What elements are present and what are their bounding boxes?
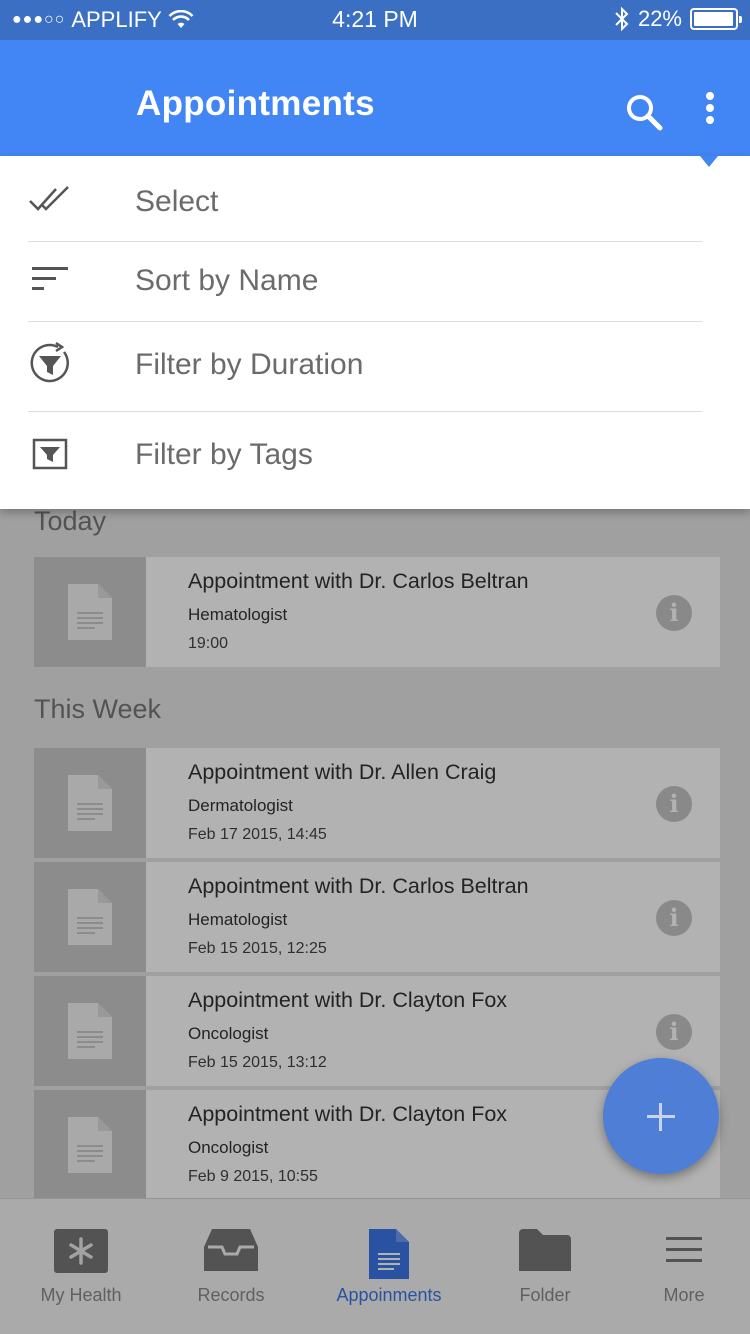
sort-icon [32,267,68,290]
battery-icon [690,8,742,30]
battery-percentage: 22% [637,6,682,31]
status-right: 22% [614,6,742,32]
menu-item-sort-by-name[interactable]: Sort by Name [0,242,750,322]
tag-filter-icon [32,438,68,470]
menu-item-label: Filter by Tags [135,438,313,471]
overflow-menu-icon[interactable] [696,90,724,130]
menu-item-label: Select [135,185,219,218]
bluetooth-icon [615,6,629,32]
app-bar: Appointments [0,40,750,156]
add-appointment-button[interactable] [603,1058,719,1174]
menu-caret [700,156,718,167]
overflow-menu: Select Sort by Name Filter by Duration F… [0,156,750,509]
menu-item-filter-by-duration[interactable]: Filter by Duration [0,322,750,402]
menu-item-filter-by-tags[interactable]: Filter by Tags [0,412,750,492]
page-title: Appointments [136,84,375,123]
menu-item-label: Sort by Name [135,264,319,297]
double-check-icon [29,186,69,211]
menu-item-select[interactable]: Select [0,161,750,241]
status-bar: ●●●○○ APPLIFY 4:21 PM 22% [0,0,750,40]
search-icon[interactable] [622,90,666,134]
timer-filter-icon [30,342,69,383]
menu-item-label: Filter by Duration [135,348,364,381]
